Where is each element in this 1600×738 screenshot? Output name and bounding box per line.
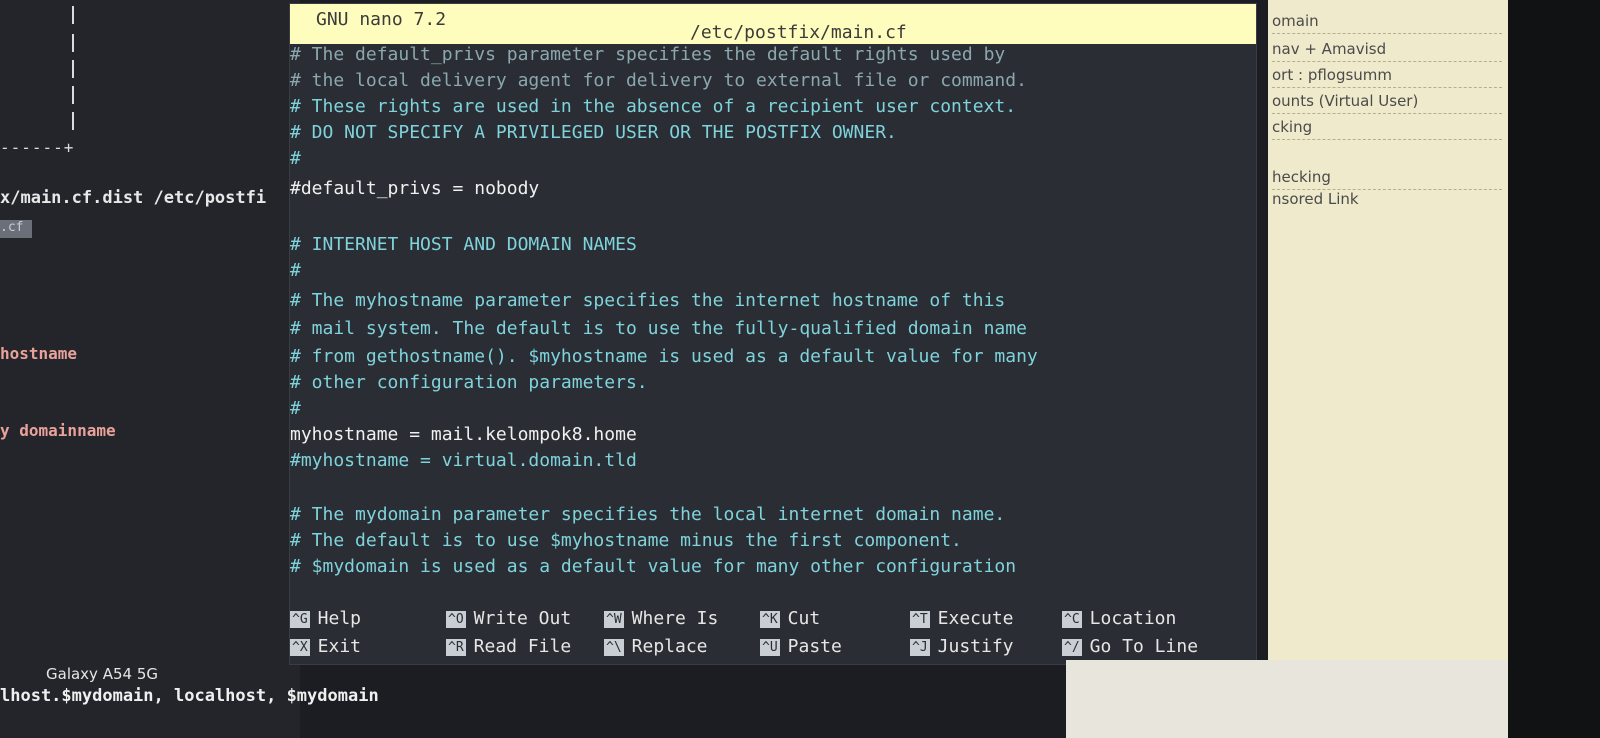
shortcut-location[interactable]: ^C Location	[1062, 608, 1176, 629]
shortcut-key: ^G	[290, 610, 310, 628]
monitor-bezel	[1508, 0, 1600, 738]
shortcut-label: Location	[1089, 608, 1177, 629]
highlighted-text: .cf	[0, 220, 32, 238]
editor-line: # other configuration parameters.	[290, 372, 648, 393]
shortcut-key: ^T	[910, 610, 930, 628]
shortcut-key: ^\	[604, 638, 624, 656]
shortcut-key: ^U	[760, 638, 780, 656]
menu-item[interactable]: ort : pflogsumm	[1272, 66, 1502, 88]
menu-item[interactable]: hecking	[1272, 168, 1502, 190]
shortcut-read-file[interactable]: ^R Read File	[446, 636, 571, 657]
nano-editor-window[interactable]: GNU nano 7.2 /etc/postfix/main.cf # The …	[290, 4, 1256, 664]
border-bar	[72, 60, 74, 78]
copy-command-text: x/main.cf.dist /etc/postfi	[0, 188, 267, 208]
shortcut-cut[interactable]: ^K Cut	[760, 608, 820, 629]
shortcut-label: Help	[317, 608, 362, 629]
camera-watermark: Galaxy A54 5G	[46, 665, 158, 683]
border-bar	[72, 86, 74, 104]
editor-line: #myhostname = virtual.domain.tld	[290, 450, 637, 471]
editor-line: # These rights are used in the absence o…	[290, 96, 1017, 117]
shortcut-label: Cut	[787, 608, 821, 629]
shortcut-execute[interactable]: ^T Execute	[910, 608, 1014, 629]
shortcut-label: Go To Line	[1089, 636, 1199, 657]
editor-line: # from gethostname(). $myhostname is use…	[290, 346, 1038, 367]
shortcut-label: Write Out	[473, 608, 572, 629]
border-bar	[72, 34, 74, 52]
nano-titlebar: GNU nano 7.2 /etc/postfix/main.cf	[290, 4, 1256, 44]
editor-line: # mail system. The default is to use the…	[290, 318, 1027, 339]
shortcut-replace[interactable]: ^\ Replace	[604, 636, 708, 657]
shortcut-label: Justify	[937, 636, 1014, 657]
menu-item[interactable]: nav + Amavisd	[1272, 40, 1502, 62]
shortcut-key: ^/	[1062, 638, 1082, 656]
border-bar	[72, 6, 74, 24]
file-path: /etc/postfix/main.cf	[690, 22, 907, 43]
shortcut-paste[interactable]: ^U Paste	[760, 636, 842, 657]
app-name: GNU nano 7.2	[316, 9, 447, 30]
menu-item[interactable]: nsored Link	[1272, 190, 1502, 211]
border-bar	[72, 112, 74, 130]
editor-line-myhostname: myhostname = mail.kelompok8.home	[290, 424, 637, 445]
shortcut-key: ^R	[446, 638, 466, 656]
shortcut-justify[interactable]: ^J Justify	[910, 636, 1014, 657]
shortcut-key: ^C	[1062, 610, 1082, 628]
shortcut-label: Paste	[787, 636, 842, 657]
background-terminal: ------+ x/main.cf.dist /etc/postfi .cf h…	[0, 0, 300, 738]
desk-background	[1066, 660, 1508, 738]
shortcut-label: Execute	[937, 608, 1014, 629]
menu-item[interactable]: omain	[1272, 12, 1502, 34]
table-border: ------+	[0, 138, 75, 157]
menu-item[interactable]: cking	[1272, 118, 1502, 140]
shortcut-go-to-line[interactable]: ^/ Go To Line	[1062, 636, 1198, 657]
editor-line: # The default_privs parameter specifies …	[290, 44, 1006, 65]
editor-line: # The default is to use $myhostname minu…	[290, 530, 962, 551]
editor-line: #	[290, 398, 301, 419]
shortcut-label: Replace	[631, 636, 708, 657]
editor-line: # The myhostname parameter specifies the…	[290, 290, 1006, 311]
shortcut-write-out[interactable]: ^O Write Out	[446, 608, 571, 629]
editor-line: #	[290, 148, 301, 169]
shortcut-help[interactable]: ^G Help	[290, 608, 361, 629]
editor-line: # DO NOT SPECIFY A PRIVILEGED USER OR TH…	[290, 122, 897, 143]
terminal-bottom-line: lhost.$mydomain, localhost, $mydomain	[0, 686, 379, 706]
shortcut-key: ^X	[290, 638, 310, 656]
shortcut-label: Exit	[317, 636, 362, 657]
shortcut-label: Read File	[473, 636, 572, 657]
left-label-domainname: y domainname	[0, 421, 116, 440]
shortcut-key: ^K	[760, 610, 780, 628]
editor-line: #default_privs = nobody	[290, 178, 540, 199]
editor-line: # INTERNET HOST AND DOMAIN NAMES	[290, 234, 637, 255]
shortcut-exit[interactable]: ^X Exit	[290, 636, 361, 657]
editor-line: # The mydomain parameter specifies the l…	[290, 504, 1006, 525]
shortcut-where-is[interactable]: ^W Where Is	[604, 608, 718, 629]
shortcut-key: ^J	[910, 638, 930, 656]
left-label-hostname: hostname	[0, 344, 78, 363]
menu-item[interactable]: ounts (Virtual User)	[1272, 92, 1502, 114]
editor-line: # the local delivery agent for delivery …	[290, 70, 1027, 91]
shortcut-key: ^O	[446, 610, 466, 628]
editor-line: # $mydomain is used as a default value f…	[290, 556, 1017, 577]
browser-sidebar: omain nav + Amavisd ort : pflogsumm ount…	[1268, 0, 1508, 738]
shortcut-key: ^W	[604, 610, 624, 628]
shortcut-label: Where Is	[631, 608, 719, 629]
editor-line: #	[290, 260, 301, 281]
